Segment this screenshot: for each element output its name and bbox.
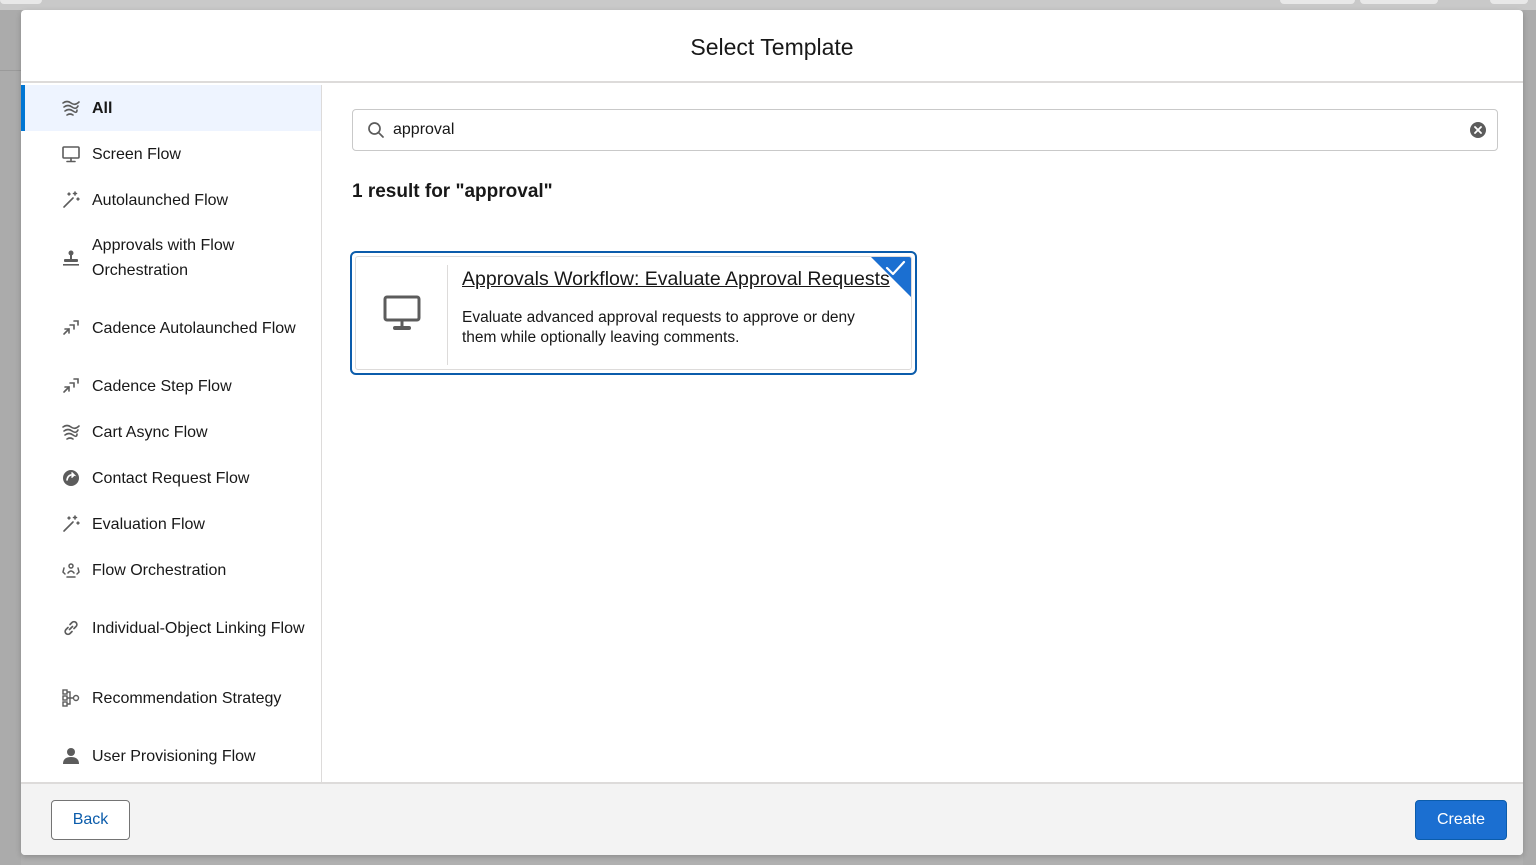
- sidebar-item-screen-flow[interactable]: Screen Flow: [21, 131, 321, 177]
- template-card[interactable]: Approvals Workflow: Evaluate Approval Re…: [350, 251, 917, 375]
- sidebar-item-approvals-orchestration[interactable]: Approvals with Flow Orchestration: [21, 223, 321, 293]
- template-card-title[interactable]: Approvals Workflow: Evaluate Approval Re…: [462, 268, 890, 291]
- sidebar-item-all[interactable]: All: [21, 85, 321, 131]
- sidebar-item-individual-object-linking[interactable]: Individual-Object Linking Flow: [21, 593, 321, 663]
- background-app-left: [0, 10, 21, 865]
- sidebar-item-label: Autolaunched Flow: [92, 191, 229, 209]
- modal-footer: Back Create: [21, 782, 1523, 855]
- modal-header: Select Template: [21, 10, 1523, 83]
- sidebar-item-recommendation-strategy[interactable]: Recommendation Strategy: [21, 663, 321, 733]
- background-tab: [0, 0, 42, 4]
- sidebar-item-label: Cadence Autolaunched Flow: [92, 319, 296, 337]
- desktop-icon: [61, 144, 81, 164]
- sidebar-item-label: Contact Request Flow: [92, 469, 250, 487]
- sidebar-item-contact-request-flow[interactable]: Contact Request Flow: [21, 455, 321, 501]
- background-tab: [1360, 0, 1438, 4]
- select-template-modal: Select Template All Screen Flow Autolaun…: [21, 10, 1523, 855]
- selected-checkmark-icon: [871, 257, 911, 297]
- sidebar-item-user-provisioning-flow[interactable]: User Provisioning Flow: [21, 733, 321, 779]
- sidebar-item-cadence-autolaunched-flow[interactable]: Cadence Autolaunched Flow: [21, 293, 321, 363]
- waves-icon: [61, 422, 81, 442]
- desktop-icon: [382, 293, 422, 338]
- template-card-icon-column: [356, 265, 448, 365]
- sidebar-item-cadence-step-flow[interactable]: Cadence Step Flow: [21, 363, 321, 409]
- background-app-right: [1523, 10, 1536, 865]
- background-tab: [1490, 0, 1528, 4]
- flow-type-sidebar: All Screen Flow Autolaunched Flow Approv…: [21, 85, 322, 782]
- sidebar-item-autolaunched-flow[interactable]: Autolaunched Flow: [21, 177, 321, 223]
- link-icon: [61, 618, 81, 638]
- search-input[interactable]: [393, 110, 1473, 150]
- sidebar-item-label: Cart Async Flow: [92, 423, 208, 441]
- sidebar-item-label: Screen Flow: [92, 145, 181, 163]
- background-app-header: [0, 0, 1536, 10]
- magic-wand-icon: [61, 190, 81, 210]
- user-icon: [61, 746, 81, 766]
- template-card-description: Evaluate advanced approval requests to a…: [462, 309, 855, 346]
- create-button[interactable]: Create: [1415, 800, 1507, 840]
- orchestration-icon: [61, 560, 81, 580]
- waves-icon: [61, 98, 81, 118]
- strategy-icon: [61, 688, 81, 708]
- back-button[interactable]: Back: [51, 800, 130, 840]
- magic-wand-icon: [61, 514, 81, 534]
- cadence-icon: [61, 318, 81, 338]
- background-tab: [1280, 0, 1355, 4]
- sidebar-item-label: Individual-Object Linking Flow: [92, 619, 305, 637]
- stamp-icon: [61, 248, 81, 268]
- contact-request-icon: [61, 468, 81, 488]
- cadence-icon: [61, 376, 81, 396]
- sidebar-item-evaluation-flow[interactable]: Evaluation Flow: [21, 501, 321, 547]
- sidebar-item-flow-orchestration[interactable]: Flow Orchestration: [21, 547, 321, 593]
- search-icon: [367, 121, 385, 139]
- clear-search-icon[interactable]: [1469, 121, 1487, 139]
- template-card-body: Approvals Workflow: Evaluate Approval Re…: [355, 256, 912, 370]
- sidebar-item-label: Flow Orchestration: [92, 561, 227, 579]
- search-box: [352, 109, 1498, 151]
- sidebar-item-label: Recommendation Strategy: [92, 689, 282, 707]
- sidebar-item-label: Cadence Step Flow: [92, 377, 232, 395]
- sidebar-item-label: Evaluation Flow: [92, 515, 205, 533]
- sidebar-item-label: User Provisioning Flow: [92, 747, 256, 765]
- sidebar-item-label: All: [92, 99, 113, 117]
- modal-title: Select Template: [690, 34, 854, 60]
- result-count: 1 result for "approval": [352, 181, 553, 202]
- sidebar-item-cart-async-flow[interactable]: Cart Async Flow: [21, 409, 321, 455]
- sidebar-item-label: Approvals with Flow Orchestration: [92, 237, 235, 279]
- template-results-panel: 1 result for "approval" Approvals Workfl…: [323, 85, 1523, 782]
